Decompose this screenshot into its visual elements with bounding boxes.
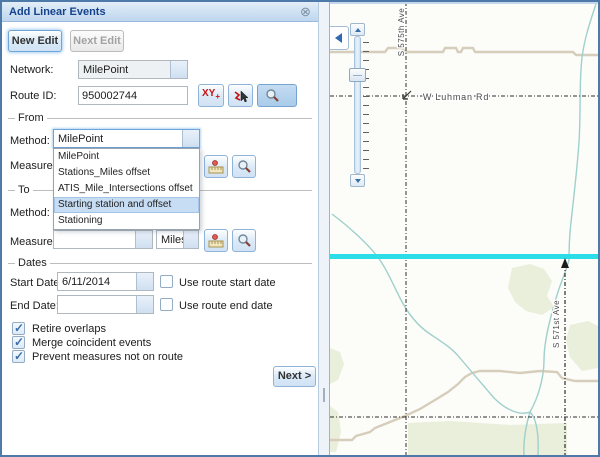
vegetation-area bbox=[330, 406, 341, 452]
panel-header: Add Linear Events ⊗ bbox=[2, 2, 318, 22]
start-date-picker[interactable]: 6/11/2014 bbox=[57, 272, 154, 291]
intersection-arrow-icon bbox=[403, 91, 411, 99]
search-icon bbox=[237, 159, 252, 174]
network-label: Network: bbox=[10, 64, 53, 76]
dropdown-item-selected[interactable]: Starting station and offset bbox=[54, 197, 199, 213]
from-legend: From bbox=[15, 112, 47, 124]
from-method-label: Method: bbox=[10, 135, 50, 147]
zoom-in-button[interactable] bbox=[350, 23, 365, 36]
add-linear-events-window: Add Linear Events ⊗ New Edit Next Edit N… bbox=[0, 0, 600, 457]
dropdown-item[interactable]: Stations_Miles offset bbox=[54, 165, 199, 181]
vegetation-area bbox=[566, 321, 598, 371]
use-route-end-date-label: Use route end date bbox=[179, 300, 273, 312]
network-combobox[interactable]: MilePoint bbox=[78, 60, 188, 79]
chevron-down-icon[interactable] bbox=[135, 231, 152, 248]
map-view[interactable]: S 575th Ave W Luhman Rd S 571st Ave bbox=[330, 2, 598, 455]
from-measure-label: Measure: bbox=[10, 160, 56, 172]
route-id-field bbox=[78, 86, 188, 105]
to-legend: To bbox=[15, 184, 33, 196]
from-method-combobox[interactable]: MilePoint bbox=[53, 129, 200, 148]
select-route-on-map-button[interactable] bbox=[228, 84, 253, 107]
to-method-label: Method: bbox=[10, 207, 50, 219]
search-icon bbox=[265, 88, 280, 103]
search-icon bbox=[237, 233, 252, 248]
chevron-down-icon[interactable] bbox=[136, 273, 153, 290]
map-top-border bbox=[330, 2, 598, 4]
network-value: MilePoint bbox=[83, 64, 169, 76]
dropdown-item[interactable]: ATIS_Mile_Intersections offset bbox=[54, 181, 199, 197]
zoom-slider-ticks bbox=[363, 42, 369, 170]
splitter-grip[interactable] bbox=[323, 388, 325, 402]
zoom-slider-track[interactable] bbox=[354, 36, 361, 174]
vegetation-area bbox=[508, 264, 554, 315]
add-linear-events-panel: Add Linear Events ⊗ New Edit Next Edit N… bbox=[2, 2, 318, 455]
use-route-start-date-checkbox[interactable] bbox=[160, 275, 173, 288]
chevron-left-icon bbox=[335, 33, 342, 43]
from-measure-search-button[interactable] bbox=[232, 155, 256, 178]
chevron-down-icon[interactable] bbox=[136, 296, 153, 313]
dropdown-item[interactable]: Stationing bbox=[54, 213, 199, 229]
from-measure-on-map-button[interactable] bbox=[204, 155, 228, 178]
units-value: Miles bbox=[161, 234, 184, 246]
route-id-input[interactable] bbox=[79, 88, 190, 103]
ruler-icon bbox=[208, 233, 224, 249]
next-edit-button[interactable]: Next Edit bbox=[70, 30, 124, 52]
chevron-down-icon[interactable] bbox=[182, 130, 199, 147]
vegetation-area bbox=[330, 348, 344, 384]
merge-coincident-events-checkbox[interactable] bbox=[12, 336, 25, 349]
map-pointer-icon bbox=[233, 88, 249, 104]
use-route-start-date-label: Use route start date bbox=[179, 277, 276, 289]
prevent-measures-checkbox[interactable] bbox=[12, 350, 25, 363]
vegetation-area bbox=[408, 421, 567, 455]
street-label-571st: S 571st Ave bbox=[552, 300, 561, 348]
end-date-picker[interactable] bbox=[57, 295, 154, 314]
zoom-out-button[interactable] bbox=[350, 174, 365, 187]
dates-legend: Dates bbox=[15, 257, 50, 269]
panel-map-splitter[interactable] bbox=[318, 2, 330, 455]
from-method-value: MilePoint bbox=[58, 133, 181, 145]
street-label-575th: S 575th Ave bbox=[397, 8, 406, 57]
to-measure-label: Measure: bbox=[10, 236, 56, 248]
merge-coincident-events-label: Merge coincident events bbox=[32, 337, 151, 349]
arrow-down-icon bbox=[355, 179, 361, 183]
arrow-up-icon bbox=[355, 28, 361, 32]
creek-line bbox=[332, 214, 530, 413]
collapse-panel-button[interactable] bbox=[330, 26, 349, 50]
end-date-label: End Date: bbox=[10, 300, 59, 312]
ruler-icon bbox=[208, 159, 224, 175]
xy-icon: XY+ bbox=[202, 89, 220, 102]
to-measure-on-map-button[interactable] bbox=[204, 229, 228, 252]
map-zoom-slider bbox=[348, 23, 374, 187]
new-edit-button[interactable]: New Edit bbox=[8, 30, 62, 52]
next-button[interactable]: Next > bbox=[273, 366, 316, 387]
method-dropdown-list: MilePoint Stations_Miles offset ATIS_Mil… bbox=[53, 148, 200, 230]
close-icon[interactable]: ⊗ bbox=[299, 5, 312, 18]
to-measure-combobox[interactable] bbox=[53, 230, 153, 249]
selected-route-highlight bbox=[330, 254, 598, 259]
use-route-end-date-checkbox[interactable] bbox=[160, 298, 173, 311]
retire-overlaps-checkbox[interactable] bbox=[12, 322, 25, 335]
to-measure-search-button[interactable] bbox=[232, 229, 256, 252]
start-date-label: Start Date: bbox=[10, 277, 63, 289]
route-id-label: Route ID: bbox=[10, 90, 56, 102]
chevron-down-icon[interactable] bbox=[183, 231, 198, 248]
chevron-down-icon[interactable] bbox=[170, 61, 187, 78]
dates-separator bbox=[8, 263, 312, 264]
start-date-value: 6/11/2014 bbox=[62, 276, 135, 288]
zoom-slider-handle[interactable] bbox=[349, 68, 366, 82]
panel-title: Add Linear Events bbox=[9, 6, 106, 18]
dropdown-item[interactable]: MilePoint bbox=[54, 149, 199, 165]
from-separator bbox=[8, 118, 312, 119]
retire-overlaps-label: Retire overlaps bbox=[32, 323, 106, 335]
units-combobox[interactable]: Miles bbox=[156, 230, 199, 249]
prevent-measures-label: Prevent measures not on route bbox=[32, 351, 183, 363]
route-search-split-button[interactable] bbox=[257, 84, 297, 107]
select-xy-button[interactable]: XY+ bbox=[198, 84, 224, 107]
street-label-luhman: W Luhman Rd bbox=[423, 92, 489, 102]
